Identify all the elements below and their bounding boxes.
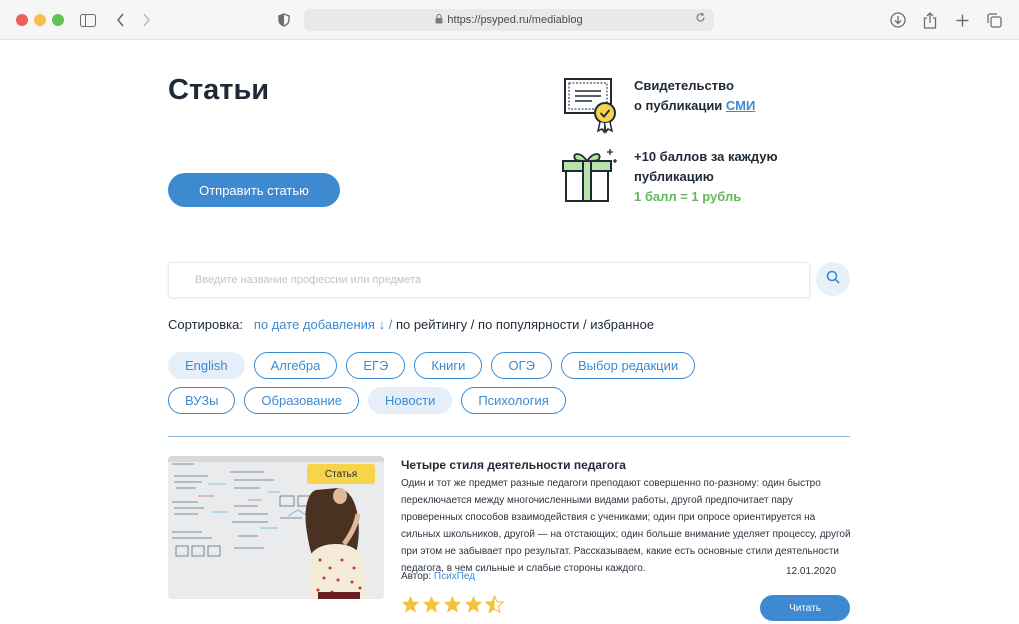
read-button[interactable]: Читать xyxy=(760,595,850,621)
star-icon[interactable] xyxy=(464,595,483,613)
tag-english[interactable]: English xyxy=(168,352,245,379)
tag-ege[interactable]: ЕГЭ xyxy=(346,352,406,379)
sort-favorites[interactable]: избранное xyxy=(590,317,654,332)
tag-universities[interactable]: ВУЗы xyxy=(168,387,236,414)
share-icon[interactable] xyxy=(920,10,940,30)
points-rate: 1 балл = 1 рубль xyxy=(634,189,742,204)
page-content: Статьи Отправить статью Свидетельство о … xyxy=(0,40,1019,624)
tab-overview-icon[interactable] xyxy=(984,10,1004,30)
article-date: 12.01.2020 xyxy=(786,566,837,577)
certificate-icon xyxy=(560,76,622,136)
smi-link[interactable]: СМИ xyxy=(726,98,755,113)
tag-list: English Алгебра ЕГЭ Книги ОГЭ Выбор реда… xyxy=(168,352,868,379)
tag-psychology[interactable]: Психология xyxy=(461,387,566,414)
points-line2: публикацию xyxy=(634,169,714,184)
close-window-button[interactable] xyxy=(16,14,28,26)
tag-algebra[interactable]: Алгебра xyxy=(253,352,338,379)
search-icon xyxy=(826,270,840,289)
half-star-icon[interactable] xyxy=(485,595,504,613)
author-link[interactable]: ПсихПед xyxy=(434,571,475,582)
points-promo: +10 баллов за каждую публикацию 1 балл =… xyxy=(560,147,778,207)
certificate-line1: Свидетельство xyxy=(634,78,734,93)
new-tab-icon[interactable] xyxy=(952,10,972,30)
tag-news[interactable]: Новости xyxy=(368,387,453,414)
star-icon[interactable] xyxy=(422,595,441,613)
url-text: https://psyped.ru/mediablog xyxy=(447,14,583,26)
article-author: Автор: ПсихПед xyxy=(401,571,475,582)
certificate-line2: о публикации xyxy=(634,98,726,113)
divider xyxy=(168,436,850,437)
article-type-badge: Статья xyxy=(307,464,375,484)
sidebar-toggle-icon[interactable] xyxy=(78,10,98,30)
sort-separator: / xyxy=(579,317,591,332)
privacy-shield-icon[interactable] xyxy=(276,10,292,30)
tag-books[interactable]: Книги xyxy=(414,352,483,379)
search-box xyxy=(168,262,810,298)
author-label: Автор: xyxy=(401,571,434,582)
address-bar[interactable]: https://psyped.ru/mediablog xyxy=(304,9,714,31)
back-icon[interactable] xyxy=(112,10,128,30)
sort-separator: / xyxy=(467,317,479,332)
points-line1: +10 баллов за каждую xyxy=(634,149,778,164)
star-icon[interactable] xyxy=(401,595,420,613)
tag-editors-choice[interactable]: Выбор редакции xyxy=(560,352,696,379)
tag-education[interactable]: Образование xyxy=(244,387,359,414)
browser-toolbar: https://psyped.ru/mediablog xyxy=(0,0,1019,40)
lock-icon xyxy=(435,14,443,26)
sort-by-popularity[interactable]: по популярности xyxy=(478,317,579,332)
reload-icon[interactable] xyxy=(695,12,706,26)
send-article-button[interactable]: Отправить статью xyxy=(168,173,340,207)
search-input[interactable] xyxy=(169,263,809,297)
sort-separator: / xyxy=(385,317,396,332)
tag-list: ВУЗы Образование Новости Психология xyxy=(168,387,868,414)
minimize-window-button[interactable] xyxy=(34,14,46,26)
sort-by-rating[interactable]: по рейтингу xyxy=(396,317,467,332)
download-icon[interactable] xyxy=(888,10,908,30)
tag-oge[interactable]: ОГЭ xyxy=(491,352,552,379)
sort-label: Сортировка: xyxy=(168,317,243,332)
sort-by-date[interactable]: по дате добавления ↓ xyxy=(254,317,385,332)
article-excerpt: Один и тот же предмет разные педагоги пр… xyxy=(401,478,851,574)
star-icon[interactable] xyxy=(443,595,462,613)
search-button[interactable] xyxy=(816,262,850,296)
forward-icon[interactable] xyxy=(138,10,154,30)
article-rating[interactable] xyxy=(401,595,504,613)
maximize-window-button[interactable] xyxy=(52,14,64,26)
sort-bar: Сортировка: по дате добавления ↓ / по ре… xyxy=(168,317,654,332)
page-title: Статьи xyxy=(168,74,270,106)
article-title[interactable]: Четыре стиля деятельности педагога xyxy=(401,458,626,472)
certificate-promo: Свидетельство о публикации СМИ xyxy=(560,76,755,136)
gift-icon xyxy=(560,147,622,207)
